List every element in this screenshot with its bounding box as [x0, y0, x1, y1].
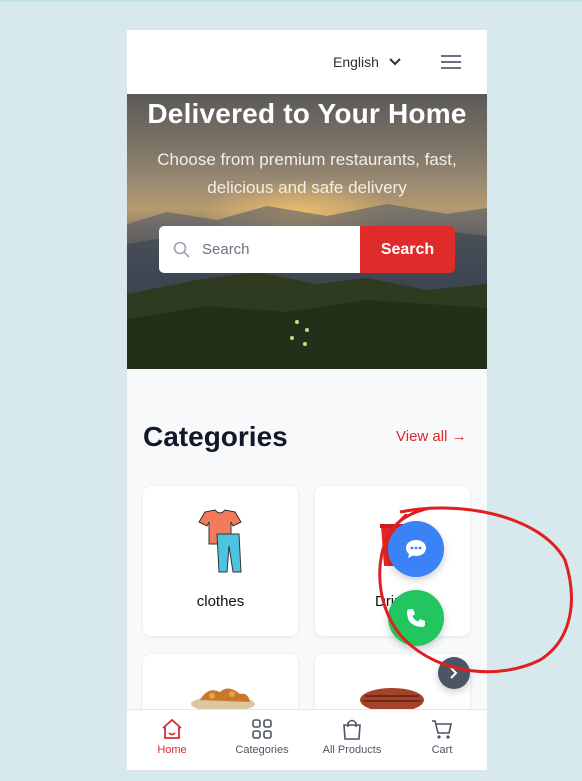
hamburger-menu-icon[interactable] — [441, 54, 461, 70]
nav-item-categories[interactable]: Categories — [217, 710, 307, 770]
chat-icon — [406, 540, 426, 558]
steak-icon — [360, 688, 424, 712]
chevron-right-icon — [450, 667, 458, 679]
home-icon — [162, 718, 182, 739]
search-field-wrapper — [159, 226, 360, 273]
search-button[interactable]: Search — [360, 226, 455, 273]
phone-icon — [407, 609, 425, 627]
header: English — [127, 30, 487, 94]
search-icon — [173, 241, 190, 258]
view-all-link[interactable]: View all → — [396, 428, 467, 445]
nav-label: Cart — [431, 744, 453, 756]
fried-food-icon — [191, 688, 255, 712]
nav-item-cart[interactable]: Cart — [397, 710, 487, 770]
bottom-navigation: Home Categories All Products Cart — [127, 709, 487, 770]
hero-banner: Delivered to Your Home Choose from premi… — [127, 94, 487, 369]
chat-fab[interactable] — [388, 521, 444, 577]
grid-icon — [252, 719, 272, 739]
nav-label: Home — [157, 744, 187, 756]
search-input[interactable] — [200, 240, 344, 259]
mobile-viewport: English Delivered to Your Home Choose fr… — [126, 29, 488, 771]
clothes-icon — [198, 509, 242, 573]
top-border — [0, 0, 582, 2]
language-selector[interactable]: English — [333, 54, 401, 70]
cart-icon — [432, 720, 452, 739]
shopping-bag-icon — [343, 719, 361, 740]
category-label: clothes — [196, 593, 245, 610]
nav-item-home[interactable]: Home — [127, 710, 217, 770]
nav-label: Categories — [235, 744, 289, 756]
next-fab[interactable] — [438, 657, 470, 689]
category-card-clothes[interactable]: clothes — [143, 486, 298, 636]
nav-item-all-products[interactable]: All Products — [307, 710, 397, 770]
categories-title: Categories — [143, 421, 288, 452]
nav-label: All Products — [322, 744, 382, 756]
phone-fab[interactable] — [388, 590, 444, 646]
search-bar: Search — [159, 226, 455, 273]
hero-subtitle: Choose from premium restaurants, fast, d… — [157, 150, 457, 197]
chevron-down-icon — [389, 58, 401, 66]
language-label: English — [333, 54, 379, 70]
hero-title: Delivered to Your Home — [147, 98, 467, 129]
